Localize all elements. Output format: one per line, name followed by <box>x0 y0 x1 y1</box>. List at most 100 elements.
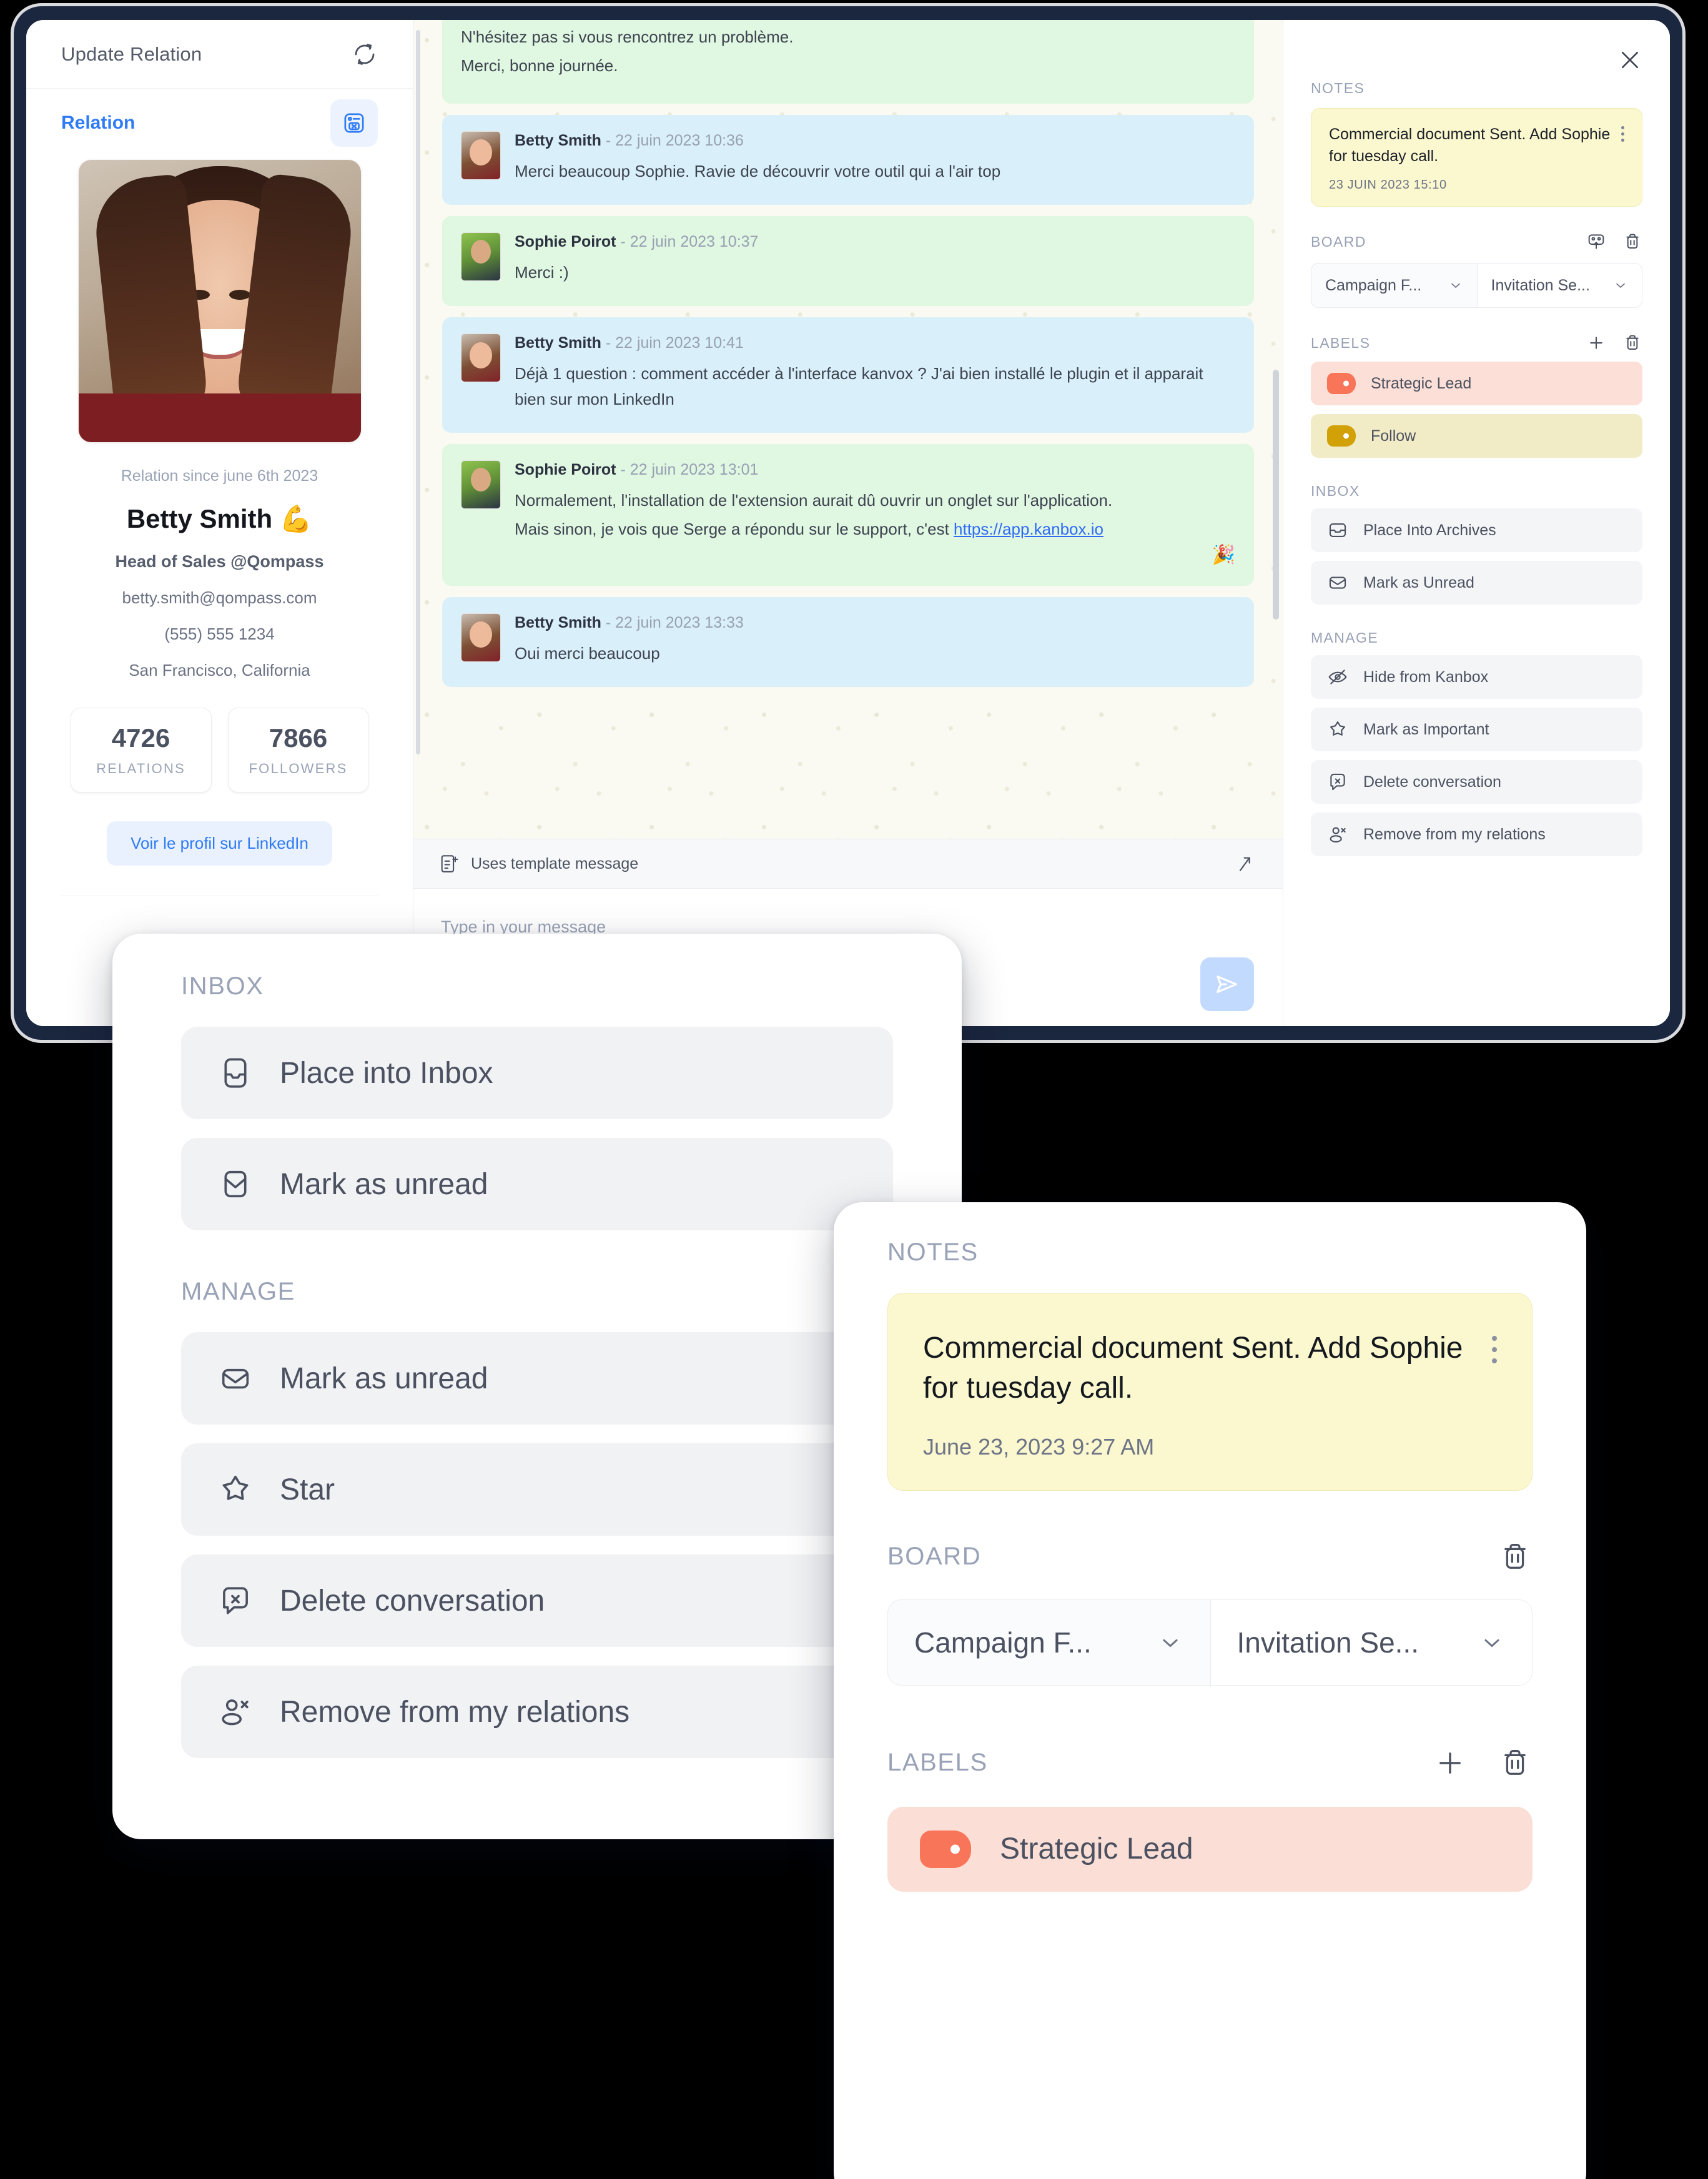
message-time: - 22 juin 2023 10:36 <box>605 131 744 149</box>
note-card[interactable]: Commercial document Sent. Add Sophie for… <box>1311 108 1642 207</box>
overlay-board-selectors: Campaign F... Invitation Se... <box>887 1599 1533 1686</box>
board-stage-select[interactable]: Invitation Se... <box>1476 264 1642 307</box>
overlay-note-text: Commercial document Sent. Add Sophie for… <box>923 1332 1463 1405</box>
board-campaign-select[interactable]: Campaign F... <box>1311 264 1477 307</box>
message-text: Puis d'installer l'extension et c'est pa… <box>461 20 1235 21</box>
labels-section-header: LABELS <box>1311 333 1642 353</box>
menu-item-delete-conversation[interactable]: Delete conversation <box>1311 760 1642 804</box>
overlay-menu-item-mark-as-unread-inbox[interactable]: Mark as unread <box>181 1138 893 1230</box>
menu-item-label: Place Into Archives <box>1363 521 1496 539</box>
overlay-label-name: Strategic Lead <box>1000 1832 1193 1866</box>
manage-section-label: MANAGE <box>1311 630 1379 646</box>
overlay-menu-item-delete-conversation[interactable]: Delete conversation <box>181 1554 893 1647</box>
board-stage-value: Invitation Se... <box>1491 276 1590 294</box>
chevron-down-icon <box>1162 1639 1178 1648</box>
tag-icon <box>920 1830 971 1868</box>
device-frame: Update Relation Relation Relation since … <box>14 6 1682 1040</box>
thread-scrollbar[interactable] <box>1273 370 1279 620</box>
expand-icon[interactable] <box>1233 854 1253 874</box>
overlay-manage-section-label: MANAGE <box>181 1278 295 1305</box>
document-add-icon[interactable] <box>438 853 460 874</box>
menu-item-label: Remove from my relations <box>1363 825 1546 843</box>
message-bubble: Betty Smith - 22 juin 2023 10:36 Merci b… <box>442 114 1254 205</box>
chevron-down-icon <box>1616 283 1625 289</box>
overlay-note-date: June 23, 2023 9:27 AM <box>923 1433 1155 1460</box>
overlay-menu-item-remove-from-relations[interactable]: Remove from my relations <box>181 1666 893 1758</box>
menu-item-mark-as-important[interactable]: Mark as Important <box>1311 708 1642 751</box>
message-author: Sophie Poirot <box>515 233 616 251</box>
inbox-icon <box>224 1058 247 1088</box>
trash-icon[interactable] <box>1498 1539 1533 1574</box>
inbox-section-label: INBOX <box>1311 483 1360 499</box>
label-chip-strategic-lead[interactable]: Strategic Lead <box>1311 362 1642 405</box>
plus-icon[interactable] <box>1586 333 1606 353</box>
remove-relation-icon[interactable] <box>330 99 378 147</box>
overlay-menu-item-mark-as-unread[interactable]: Mark as unread <box>181 1332 893 1425</box>
message-thread[interactable]: Jean m'a dit que vous etiez partante pou… <box>413 20 1283 839</box>
send-icon[interactable] <box>1200 957 1254 1011</box>
menu-item-place-into-archives[interactable]: Place Into Archives <box>1311 508 1642 552</box>
note-text: Commercial document Sent. Add Sophie for… <box>1329 126 1611 165</box>
menu-item-hide-from-kanbox[interactable]: Hide from Kanbox <box>1311 655 1642 699</box>
message-text: Normalement, l'installation de l'extensi… <box>515 490 1113 510</box>
menu-item-label: Delete conversation <box>1363 773 1501 791</box>
use-template-message-label[interactable]: Uses template message <box>471 855 638 873</box>
stat-card-relations: 4726 RELATIONS <box>70 708 212 793</box>
message-time: - 22 juin 2023 10:41 <box>605 334 744 352</box>
menu-item-remove-from-relations[interactable]: Remove from my relations <box>1311 813 1642 856</box>
person-role: Head of Sales @Qompass <box>115 552 324 571</box>
user-remove-icon <box>1330 827 1346 842</box>
chevron-down-icon <box>1451 283 1460 289</box>
label-chip-follow[interactable]: Follow <box>1311 414 1642 458</box>
sync-icon[interactable] <box>352 41 378 67</box>
eye-off-icon <box>1328 670 1347 684</box>
trash-icon[interactable] <box>1622 232 1642 252</box>
close-icon[interactable] <box>1617 47 1642 72</box>
message-reaction[interactable]: 🎉 <box>515 545 1235 565</box>
relation-panel: Update Relation Relation Relation since … <box>26 20 413 1026</box>
overlay-board-stage-select[interactable]: Invitation Se... <box>1210 1599 1532 1685</box>
trash-icon[interactable] <box>1622 333 1642 353</box>
avatar <box>461 613 501 662</box>
person-email: betty.smith@qompass.com <box>122 588 317 607</box>
thread-scroll-indicator <box>416 30 420 754</box>
message-text: Oui merci beaucoup <box>515 643 660 663</box>
overlay-menu-item-place-into-inbox[interactable]: Place into Inbox <box>181 1027 893 1119</box>
delete-chat-icon <box>223 1587 248 1614</box>
menu-item-label: Mark as Unread <box>1363 573 1474 591</box>
more-vertical-icon[interactable] <box>1621 124 1624 192</box>
tag-icon <box>1327 425 1356 447</box>
more-vertical-icon[interactable] <box>1492 1328 1497 1460</box>
stats-row: 4726 RELATIONS 7866 FOLLOWERS <box>26 708 413 793</box>
move-to-board-icon[interactable] <box>1586 232 1606 252</box>
label-name: Strategic Lead <box>1371 374 1472 392</box>
archive-icon <box>1329 523 1346 537</box>
overlay-board-section-label: BOARD <box>887 1543 982 1571</box>
trash-icon[interactable] <box>1498 1746 1533 1781</box>
plus-icon[interactable] <box>1433 1746 1468 1781</box>
overlay-menu-item-label: Delete conversation <box>280 1584 545 1618</box>
message-author: Betty Smith <box>515 131 601 149</box>
stat-value: 4726 <box>111 723 170 753</box>
board-section-header: BOARD <box>1311 232 1642 252</box>
tab-relation[interactable]: Relation <box>61 112 135 134</box>
relation-tab-row: Relation <box>26 89 413 157</box>
message-author: Sophie Poirot <box>515 460 616 478</box>
overlay-menu-item-label: Place into Inbox <box>280 1056 493 1090</box>
message-link[interactable]: https://app.kanbox.io <box>954 520 1103 538</box>
person-location: San Francisco, California <box>129 661 310 679</box>
overlay-label-chip-strategic-lead[interactable]: Strategic Lead <box>887 1806 1533 1892</box>
person-name: Betty Smith 💪 <box>126 504 313 533</box>
view-linkedin-profile-button[interactable]: Voir le profil sur LinkedIn <box>107 821 332 866</box>
overlay-menu-item-star[interactable]: Star <box>181 1443 893 1536</box>
message-bubble: Betty Smith - 22 juin 2023 13:33 Oui mer… <box>442 596 1254 687</box>
overlay-labels-section-label: LABELS <box>887 1749 988 1777</box>
relation-since-text: Relation since june 6th 2023 <box>121 467 318 485</box>
menu-item-mark-as-unread[interactable]: Mark as Unread <box>1311 561 1642 605</box>
overlay-board-campaign-select[interactable]: Campaign F... <box>888 1600 1210 1685</box>
conversation-panel: Jean m'a dit que vous etiez partante pou… <box>413 20 1283 1026</box>
overlay-notes-section-label: NOTES <box>887 1238 979 1266</box>
overlay-note-card[interactable]: Commercial document Sent. Add Sophie for… <box>887 1293 1533 1491</box>
avatar-large <box>78 160 361 442</box>
message-time: - 22 juin 2023 13:01 <box>620 460 759 478</box>
